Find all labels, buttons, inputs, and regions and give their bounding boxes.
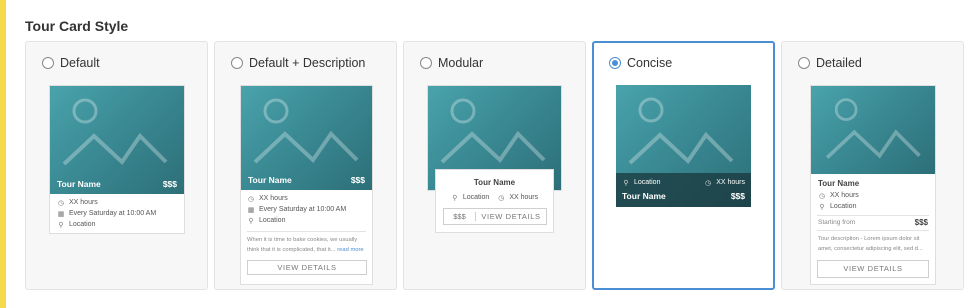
view-details-button[interactable]: VIEW DETAILS	[817, 260, 929, 278]
tour-description: When it is time to bake cookies, we usua…	[247, 237, 364, 253]
tour-description: Tour description - Lorem ipsum dolor sit…	[818, 236, 923, 252]
tour-image: Tour Name $$$	[241, 86, 372, 190]
starting-from-label: Starting from	[818, 219, 856, 226]
tour-location: Location	[830, 203, 857, 210]
tour-schedule: Every Saturday at 10:00 AM	[69, 210, 157, 217]
accent-bar	[0, 0, 6, 308]
location-pin-icon: ⚲	[623, 179, 629, 187]
tour-name: Tour Name	[473, 178, 516, 187]
card-preview-concise: ⚲ Location ◷ XX hours Tour Name $$$	[616, 85, 751, 207]
image-placeholder-icon	[440, 98, 546, 164]
tour-name: Tour Name	[622, 191, 666, 201]
calendar-icon: ▦	[57, 210, 65, 218]
tour-hours: XX hours	[716, 179, 745, 186]
tour-location: Location	[634, 179, 661, 186]
clock-icon: ◷	[705, 179, 712, 187]
option-modular[interactable]: Modular Tour Name ⚲ Location ◷ XX hours $$…	[403, 41, 586, 290]
tour-location: Location	[259, 217, 286, 224]
tour-hours: XX hours	[259, 195, 288, 202]
tour-price: $$$	[350, 175, 365, 185]
option-label-default-description: Default + Description	[249, 56, 366, 70]
card-preview-modular: Tour Name ⚲ Location ◷ XX hours $$$ VIEW D…	[435, 169, 554, 233]
option-default-description[interactable]: Default + Description Tour Name $$$ ◷ XX …	[214, 41, 397, 290]
tour-hours: XX hours	[509, 194, 539, 201]
tour-price: $$$	[444, 212, 476, 221]
tour-location: Location	[69, 221, 96, 228]
option-detailed[interactable]: Detailed Tour Name ◷ XX hours ⚲ Location S…	[781, 41, 964, 290]
tour-hours: XX hours	[830, 192, 859, 199]
tour-name: Tour Name	[57, 179, 101, 189]
tour-image: Tour Name $$$	[50, 86, 184, 194]
section-title: Tour Card Style	[25, 18, 129, 34]
location-pin-icon: ⚲	[58, 221, 64, 229]
price-details-bar: $$$ VIEW DETAILS	[443, 208, 547, 225]
tour-name: Tour Name	[818, 179, 860, 188]
image-placeholder-icon	[253, 98, 359, 164]
radio-modular[interactable]	[420, 57, 432, 69]
card-preview-detailed: Tour Name ◷ XX hours ⚲ Location Starting f…	[810, 85, 936, 285]
concise-overlay: ⚲ Location ◷ XX hours Tour Name $$$	[616, 173, 751, 207]
tour-schedule: Every Saturday at 10:00 AM	[259, 206, 347, 213]
clock-icon: ◷	[818, 192, 826, 200]
location-pin-icon: ⚲	[248, 217, 254, 225]
tour-image	[811, 86, 935, 174]
tour-name: Tour Name	[248, 175, 292, 185]
option-label-detailed: Detailed	[816, 56, 862, 70]
radio-default-description[interactable]	[231, 57, 243, 69]
location-pin-icon: ⚲	[819, 203, 825, 211]
radio-concise[interactable]	[609, 57, 621, 69]
image-placeholder-icon	[825, 98, 921, 159]
image-placeholder-icon	[628, 97, 734, 165]
option-label-default: Default	[60, 56, 100, 70]
tour-price: $$$	[914, 218, 928, 227]
radio-detailed[interactable]	[798, 57, 810, 69]
clock-icon: ◷	[57, 199, 65, 207]
option-concise[interactable]: Concise ⚲ Location ◷ XX hours Tour Name $$…	[592, 41, 775, 290]
card-preview-default: Tour Name $$$ ◷ XX hours ▦ Every Saturday …	[49, 85, 185, 234]
location-pin-icon: ⚲	[452, 194, 458, 202]
card-preview-default-description: Tour Name $$$ ◷ XX hours ▦ Every Saturday …	[240, 85, 373, 285]
clock-icon: ◷	[247, 195, 255, 203]
view-details-button[interactable]: VIEW DETAILS	[476, 212, 546, 221]
tour-location: Location	[462, 194, 490, 201]
radio-default[interactable]	[42, 57, 54, 69]
option-default[interactable]: Default Tour Name $$$ ◷ XX hours ▦ Every S…	[25, 41, 208, 290]
tour-price: $$$	[162, 179, 177, 189]
option-label-modular: Modular	[438, 56, 484, 70]
clock-icon: ◷	[498, 194, 505, 202]
option-label-concise: Concise	[627, 56, 673, 70]
image-placeholder-icon	[62, 98, 168, 166]
read-more-link[interactable]: read more	[337, 247, 363, 253]
tour-price: $$$	[730, 191, 745, 201]
calendar-icon: ▦	[247, 206, 255, 214]
tour-hours: XX hours	[69, 199, 98, 206]
view-details-button[interactable]: VIEW DETAILS	[247, 260, 367, 275]
